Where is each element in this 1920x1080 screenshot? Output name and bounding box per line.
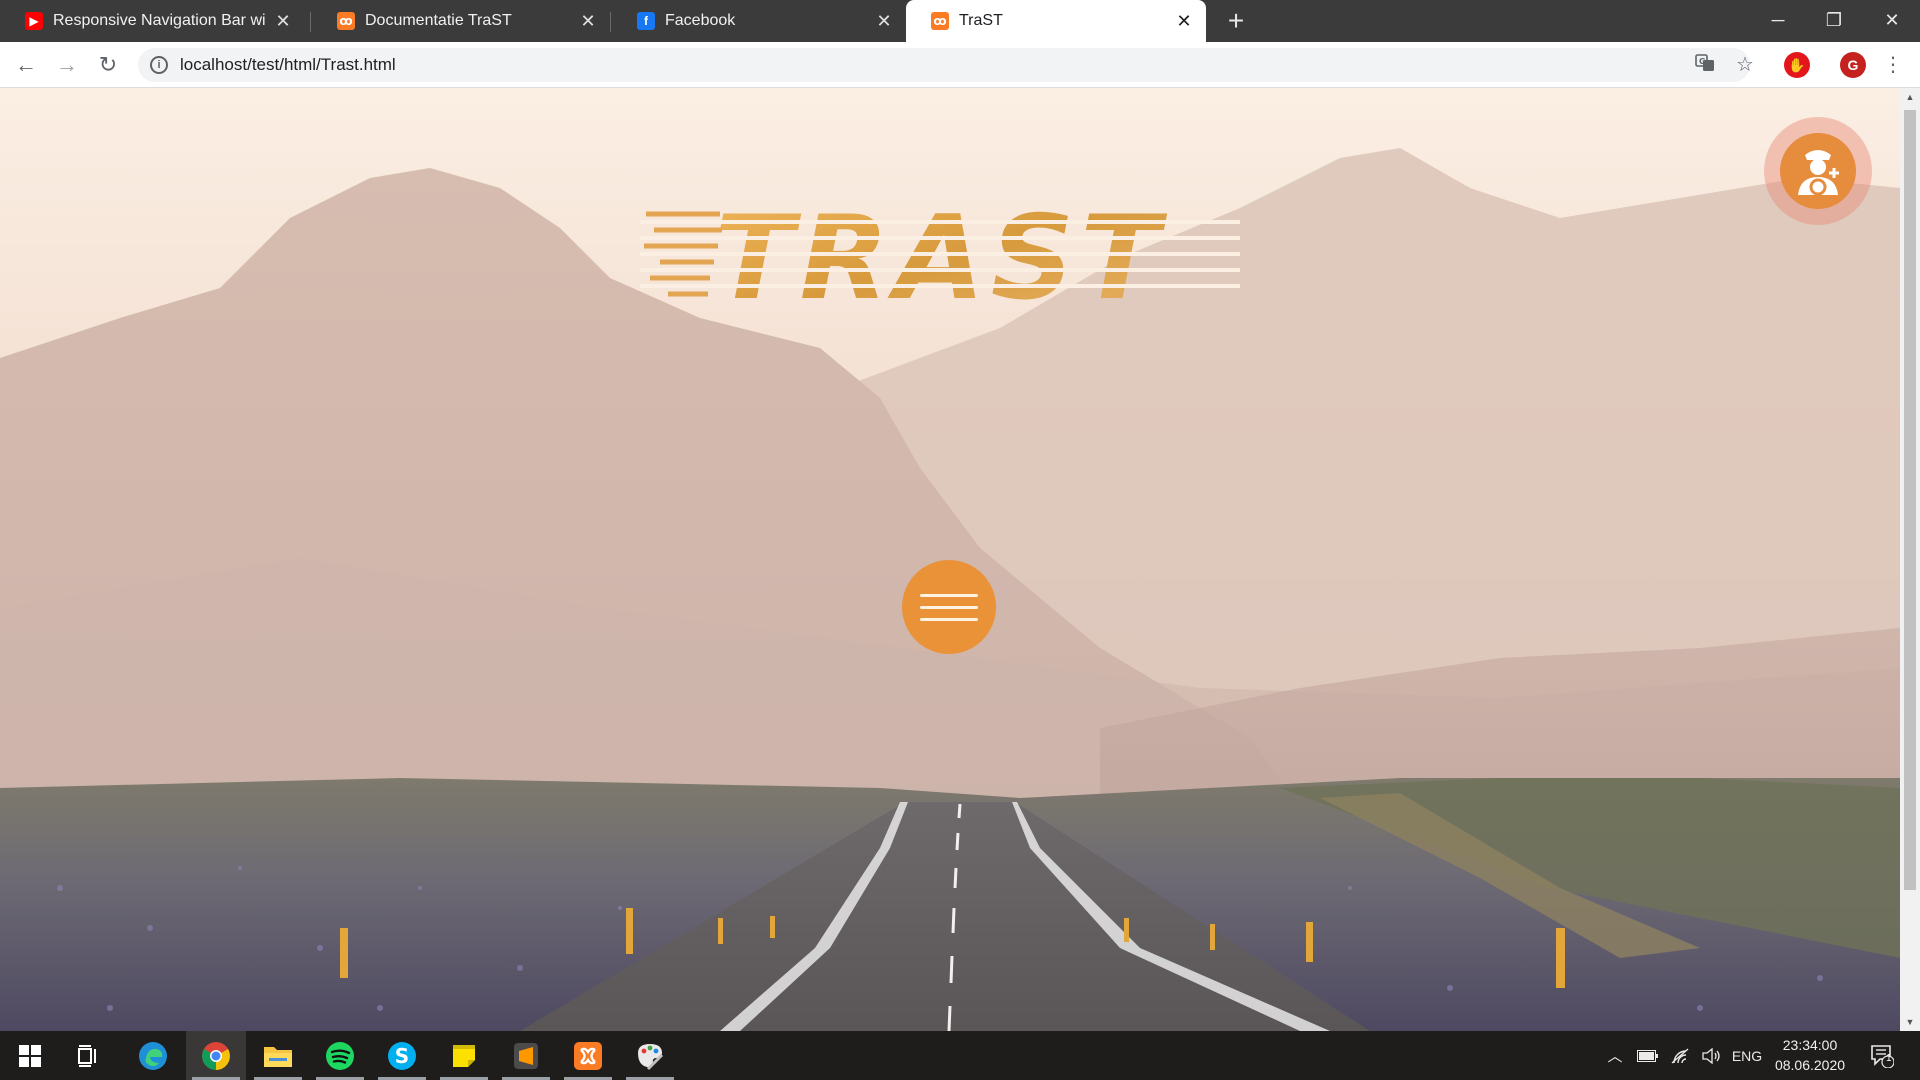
hamburger-icon — [920, 617, 978, 621]
show-hidden-icons-button[interactable]: ︿ — [1600, 1031, 1630, 1080]
close-icon[interactable]: ✕ — [874, 11, 894, 32]
notifications-button[interactable]: 1 — [1862, 1031, 1902, 1080]
file-explorer-icon — [264, 1046, 292, 1067]
close-icon[interactable]: ✕ — [578, 11, 598, 32]
youtube-icon: ▶ — [25, 12, 43, 30]
edge-icon — [139, 1041, 167, 1070]
tab-title: Responsive Navigation Bar with H — [53, 12, 265, 29]
minimize-button[interactable]: ─ — [1750, 0, 1806, 42]
adblock-icon[interactable]: ✋ — [1784, 52, 1810, 78]
taskbar-skype[interactable]: S — [372, 1031, 432, 1080]
scrollbar-thumb[interactable] — [1904, 110, 1916, 890]
paint-icon — [638, 1043, 664, 1070]
svg-text:S: S — [395, 1044, 409, 1068]
facebook-icon: f — [637, 12, 655, 30]
restore-button[interactable]: ❐ — [1806, 0, 1862, 42]
taskbar-edge[interactable] — [123, 1031, 183, 1080]
new-tab-button[interactable]: + — [1220, 5, 1252, 37]
driver-add-button[interactable] — [1764, 117, 1872, 225]
hamburger-icon — [920, 593, 978, 597]
trast-logo: TRAST — [640, 200, 1240, 320]
task-view-icon — [78, 1044, 96, 1067]
translate-icon[interactable]: G — [1693, 53, 1717, 77]
taskbar-xampp[interactable] — [558, 1031, 618, 1080]
tab-separator — [610, 12, 611, 32]
taskbar-chrome[interactable] — [186, 1031, 246, 1080]
driver-add-icon — [1780, 133, 1856, 209]
hamburger-menu-button[interactable] — [902, 560, 996, 654]
taskbar-sticky-notes[interactable] — [434, 1031, 494, 1080]
scroll-up-arrow[interactable]: ▲ — [1900, 88, 1920, 106]
clock-time: 23:34:00 — [1782, 1037, 1838, 1053]
menu-kebab-icon[interactable]: ⋮ — [1877, 49, 1909, 81]
logo-text: TRAST — [715, 200, 1168, 320]
taskbar-file-explorer[interactable] — [248, 1031, 308, 1080]
back-button[interactable]: ← — [10, 49, 42, 81]
start-icon — [19, 1044, 41, 1067]
task-view-button[interactable] — [58, 1031, 118, 1080]
sublime-text-icon — [514, 1042, 538, 1069]
tab-youtube[interactable]: ▶ Responsive Navigation Bar with H ✕ — [0, 0, 305, 42]
tab-title: TraST — [959, 12, 1003, 29]
windows-taskbar: S ︿ ENG 23:34:00 08.06.2020 1 — [0, 1031, 1920, 1080]
page-scrollbar[interactable]: ▲ ▼ — [1900, 88, 1920, 1031]
profile-avatar[interactable]: G — [1840, 52, 1866, 78]
taskbar-spotify[interactable] — [310, 1031, 370, 1080]
browser-toolbar: ← → ↻ i localhost/test/html/Trast.html G… — [0, 42, 1920, 88]
system-clock[interactable]: 23:34:00 08.06.2020 — [1758, 1035, 1862, 1075]
tab-trast[interactable]: ꝏ TraST ✕ — [906, 0, 1206, 42]
close-icon[interactable]: ✕ — [273, 11, 293, 32]
bookmark-star-icon[interactable]: ☆ — [1733, 53, 1757, 77]
address-bar[interactable]: i localhost/test/html/Trast.html G ☆ — [138, 48, 1754, 82]
svg-text:G: G — [1699, 57, 1706, 66]
volume-icon[interactable] — [1696, 1031, 1728, 1080]
tab-title: Facebook — [665, 12, 736, 29]
reload-button[interactable]: ↻ — [92, 49, 124, 81]
close-icon[interactable]: ✕ — [1174, 11, 1194, 32]
scroll-down-arrow[interactable]: ▼ — [1900, 1013, 1920, 1031]
start-button[interactable] — [0, 1031, 60, 1080]
close-window-button[interactable]: ✕ — [1864, 0, 1920, 42]
taskbar-paint[interactable] — [620, 1031, 680, 1080]
xampp-icon: ꝏ — [337, 12, 355, 30]
xampp-icon — [574, 1041, 602, 1070]
info-icon[interactable]: i — [150, 56, 168, 74]
tab-separator — [310, 12, 311, 32]
tab-facebook[interactable]: f Facebook ✕ — [612, 0, 906, 42]
notification-count: 1 — [1886, 1053, 1892, 1064]
skype-icon: S — [388, 1041, 416, 1070]
taskbar-sublime-text[interactable] — [496, 1031, 556, 1080]
chrome-icon — [202, 1041, 230, 1070]
xampp-icon: ꝏ — [931, 12, 949, 30]
spotify-icon — [326, 1041, 354, 1070]
page-viewport: TRAST ▲ ▼ — [0, 88, 1920, 1031]
battery-icon[interactable] — [1632, 1031, 1664, 1080]
tab-strip: ▶ Responsive Navigation Bar with H ✕ ꝏ D… — [0, 0, 1920, 42]
forward-button[interactable]: → — [51, 49, 83, 81]
hamburger-icon — [920, 605, 978, 609]
url-text[interactable]: localhost/test/html/Trast.html — [180, 55, 396, 75]
tab-title: Documentatie TraST — [365, 12, 512, 29]
wifi-icon[interactable] — [1664, 1031, 1696, 1080]
clock-date: 08.06.2020 — [1774, 1057, 1846, 1073]
sticky-notes-icon — [453, 1044, 475, 1067]
tab-documentatie[interactable]: ꝏ Documentatie TraST ✕ — [312, 0, 610, 42]
